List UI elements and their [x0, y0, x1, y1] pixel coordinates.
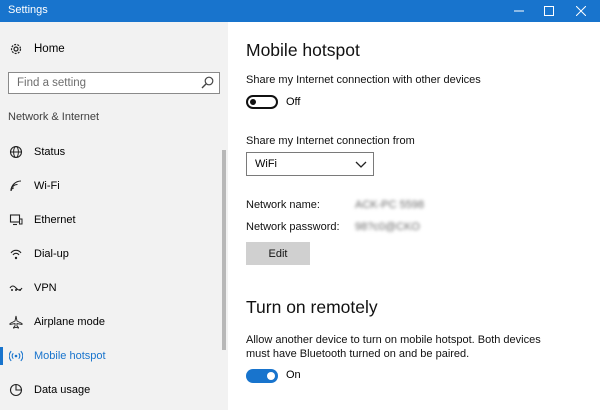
- minimize-button[interactable]: [504, 0, 534, 22]
- share-from-value: WiFi: [255, 158, 277, 170]
- sidebar-item-airplane-mode[interactable]: Airplane mode: [0, 307, 218, 337]
- sidebar-item-status[interactable]: Status: [0, 137, 218, 167]
- remote-toggle-state: On: [286, 369, 301, 381]
- toggle-knob: [267, 372, 275, 380]
- section-label: Network & Internet: [8, 111, 100, 123]
- sidebar-item-label: Status: [34, 146, 66, 158]
- vpn-icon: [8, 280, 24, 296]
- maximize-icon: [544, 6, 554, 16]
- maximize-button[interactable]: [534, 0, 564, 22]
- remote-description-line2: must have Bluetooth turned on and be pai…: [246, 348, 470, 360]
- sidebar-item-vpn[interactable]: VPN: [0, 273, 218, 303]
- title-bar: Settings: [0, 0, 600, 22]
- share-from-select[interactable]: WiFi: [246, 152, 374, 176]
- window-title: Settings: [8, 4, 48, 16]
- sidebar-home[interactable]: Home: [8, 40, 65, 58]
- share-from-label: Share my Internet connection from: [246, 135, 415, 147]
- sidebar-item-wifi[interactable]: Wi-Fi: [0, 171, 218, 201]
- share-toggle[interactable]: [246, 95, 278, 109]
- sidebar-item-mobile-hotspot[interactable]: Mobile hotspot: [0, 341, 218, 371]
- close-button[interactable]: [566, 0, 596, 22]
- edit-button[interactable]: Edit: [246, 242, 310, 265]
- sidebar-item-label: Mobile hotspot: [34, 350, 106, 362]
- sidebar-item-label: Dial-up: [34, 248, 69, 260]
- data-usage-icon: [8, 382, 24, 398]
- share-label: Share my Internet connection with other …: [246, 74, 481, 86]
- remote-description-line1: Allow another device to turn on mobile h…: [246, 334, 541, 346]
- search-input[interactable]: [9, 73, 195, 92]
- globe-icon: [8, 144, 24, 160]
- sidebar-home-label: Home: [34, 43, 65, 55]
- share-toggle-state: Off: [286, 96, 301, 108]
- search-icon[interactable]: [201, 76, 214, 89]
- ethernet-icon: [8, 212, 24, 228]
- main-content: Mobile hotspot Share my Internet connect…: [228, 22, 600, 410]
- network-password-label: Network password:: [246, 221, 340, 233]
- network-password-value: 98?c0@CKO: [355, 221, 420, 233]
- network-name-label: Network name:: [246, 199, 320, 211]
- remote-section-title: Turn on remotely: [246, 297, 378, 317]
- hotspot-icon: [8, 348, 24, 364]
- sidebar-item-label: Airplane mode: [34, 316, 105, 328]
- sidebar-item-label: Data usage: [34, 384, 91, 396]
- dialup-icon: [8, 246, 24, 262]
- gear-icon: [8, 41, 24, 57]
- sidebar-item-label: Ethernet: [34, 214, 76, 226]
- toggle-knob: [250, 99, 256, 105]
- remote-toggle[interactable]: [246, 369, 278, 383]
- sidebar-scrollbar-thumb[interactable]: [222, 150, 226, 350]
- search-box[interactable]: [8, 72, 220, 94]
- sidebar-item-data-usage[interactable]: Data usage: [0, 375, 218, 405]
- sidebar-item-label: VPN: [34, 282, 57, 294]
- chevron-down-icon: [355, 161, 367, 168]
- minimize-icon: [514, 10, 524, 12]
- sidebar-item-label: Wi-Fi: [34, 180, 60, 192]
- page-title: Mobile hotspot: [246, 40, 360, 60]
- airplane-icon: [8, 314, 24, 330]
- sidebar-item-ethernet[interactable]: Ethernet: [0, 205, 218, 235]
- sidebar-item-dialup[interactable]: Dial-up: [0, 239, 218, 269]
- close-icon: [576, 6, 586, 16]
- wifi-icon: [8, 178, 24, 194]
- sidebar: Home Network & Internet Status Wi-Fi Eth…: [0, 22, 228, 410]
- network-name-value: ACK-PC 5598: [355, 199, 425, 211]
- sidebar-scrollbar[interactable]: [219, 140, 228, 410]
